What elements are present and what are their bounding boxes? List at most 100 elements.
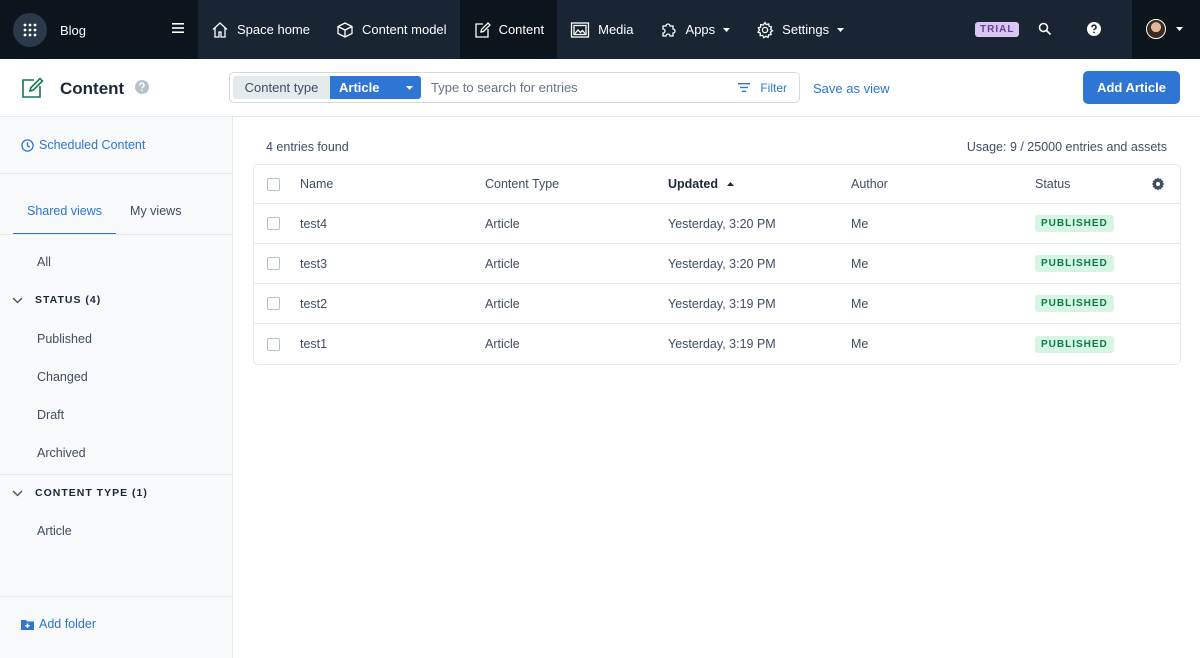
view-archived[interactable]: Archived — [37, 446, 86, 460]
search-input[interactable] — [421, 73, 731, 102]
entry-status-cell: PUBLISHED — [1035, 284, 1114, 323]
entry-name[interactable]: test4 — [300, 204, 327, 243]
usage-text: Usage: 9 / 25000 entries and assets — [966, 140, 1167, 154]
chevron-down-icon — [12, 297, 23, 303]
row-checkbox[interactable] — [267, 217, 280, 230]
nav-label: Media — [598, 22, 634, 37]
avatar — [1146, 19, 1166, 39]
column-header-content-type[interactable]: Content Type — [485, 165, 559, 203]
add-article-button[interactable]: Add Article — [1083, 71, 1180, 104]
filter-button[interactable]: Filter — [730, 73, 799, 102]
entry-updated: Yesterday, 3:20 PM — [668, 256, 776, 271]
divider — [0, 234, 232, 235]
sort-ascending-icon — [727, 182, 734, 186]
divider — [0, 474, 232, 475]
column-header-name[interactable]: Name — [300, 165, 333, 203]
entry-content-type: Article — [485, 216, 520, 231]
page-title: Content — [60, 79, 125, 98]
row-select-cell — [267, 284, 280, 323]
table-row[interactable]: test4 Article Yesterday, 3:20 PM Me PUBL… — [254, 204, 1180, 244]
content-type-select[interactable]: Article — [330, 76, 421, 99]
search-icon[interactable] — [1038, 22, 1052, 36]
entry-name[interactable]: test2 — [300, 284, 327, 323]
column-header-status[interactable]: Status — [1035, 165, 1070, 203]
gear-icon — [1151, 177, 1165, 191]
views-tabs: Shared views My views — [13, 197, 195, 235]
view-all[interactable]: All — [37, 255, 51, 269]
scheduled-content-link[interactable]: Scheduled Content — [21, 138, 145, 152]
divider — [0, 596, 232, 597]
entry-name[interactable]: test1 — [300, 324, 327, 364]
entry-author: Me — [851, 216, 869, 231]
nav-label: Apps — [685, 22, 716, 37]
workbench-header: Content Content type Article Filter Save… — [0, 59, 1200, 117]
help-icon[interactable] — [135, 80, 149, 94]
entries-main: 4 entries found Usage: 9 / 25000 entries… — [234, 117, 1200, 658]
content-type-filter-label[interactable]: Content type — [233, 76, 330, 99]
nav-label: Content model — [362, 22, 447, 37]
filter-label: Filter — [760, 80, 787, 95]
entry-author: Me — [851, 337, 869, 351]
edit-icon — [474, 21, 491, 38]
save-as-view-link[interactable]: Save as view — [813, 81, 890, 96]
nav-item-content-model[interactable]: Content model — [323, 0, 460, 59]
add-folder-button[interactable]: Add folder — [21, 617, 96, 631]
content-type-group-toggle[interactable]: CONTENT TYPE (1) — [12, 487, 148, 499]
cube-icon — [337, 21, 353, 38]
view-published[interactable]: Published — [37, 332, 92, 346]
nav-label: Content — [498, 22, 545, 37]
status-group-toggle[interactable]: STATUS (4) — [12, 294, 101, 306]
nav-item-media[interactable]: Media — [557, 0, 646, 59]
select-all-cell — [267, 165, 280, 203]
caret-down-icon — [837, 27, 845, 32]
view-changed[interactable]: Changed — [37, 370, 88, 384]
scheduled-content-label: Scheduled Content — [39, 138, 146, 152]
row-checkbox[interactable] — [267, 257, 280, 270]
table-row[interactable]: test1 Article Yesterday, 3:19 PM Me PUBL… — [254, 324, 1180, 364]
entry-updated: Yesterday, 3:19 PM — [668, 296, 776, 311]
column-header-author[interactable]: Author — [851, 165, 888, 203]
row-select-cell — [267, 244, 280, 283]
row-select-cell — [267, 324, 280, 364]
status-group-label: STATUS (4) — [35, 294, 102, 306]
top-navigation: Blog Space home Content model Content Me… — [0, 0, 1200, 59]
entries-table: Name Content Type Updated Author Status … — [253, 164, 1181, 365]
nav-item-apps[interactable]: Apps — [647, 0, 744, 59]
row-checkbox[interactable] — [267, 297, 280, 310]
nav-item-space-home[interactable]: Space home — [198, 0, 323, 59]
grid-icon — [23, 23, 37, 37]
entry-content-type: Article — [485, 337, 520, 351]
folder-plus-icon — [21, 619, 34, 630]
tab-shared-views[interactable]: Shared views — [13, 197, 117, 235]
view-draft[interactable]: Draft — [37, 408, 64, 422]
table-row[interactable]: test2 Article Yesterday, 3:19 PM Me PUBL… — [254, 284, 1180, 324]
home-icon — [212, 21, 228, 38]
status-badge: PUBLISHED — [1035, 295, 1114, 312]
row-checkbox[interactable] — [267, 337, 280, 351]
trial-badge[interactable]: TRIAL — [975, 22, 1020, 37]
nav-item-content[interactable]: Content — [459, 0, 558, 59]
status-badge: PUBLISHED — [1035, 255, 1114, 272]
nav-label: Settings — [782, 22, 830, 37]
app-switcher-button[interactable] — [13, 13, 47, 47]
entry-updated: Yesterday, 3:20 PM — [668, 216, 776, 231]
view-article[interactable]: Article — [37, 524, 72, 538]
help-icon[interactable] — [1087, 22, 1101, 36]
column-header-updated[interactable]: Updated — [668, 165, 734, 203]
table-row[interactable]: test3 Article Yesterday, 3:20 PM Me PUBL… — [254, 244, 1180, 284]
main-nav: Space home Content model Content Media A… — [198, 0, 857, 59]
entry-status-cell: PUBLISHED — [1035, 204, 1114, 243]
clock-icon — [21, 138, 34, 152]
hamburger-menu-icon[interactable] — [172, 23, 184, 33]
entry-author: Me — [851, 256, 869, 271]
select-all-checkbox[interactable] — [267, 177, 280, 191]
nav-item-settings[interactable]: Settings — [743, 0, 857, 59]
caret-down-icon — [723, 27, 731, 32]
tab-my-views[interactable]: My views — [116, 197, 195, 235]
column-settings-button[interactable] — [1151, 165, 1165, 203]
entry-author: Me — [851, 296, 869, 311]
space-name[interactable]: Blog — [60, 23, 86, 38]
entries-count: 4 entries found — [266, 140, 349, 154]
account-menu[interactable] — [1132, 0, 1200, 59]
entry-name[interactable]: test3 — [300, 244, 327, 283]
